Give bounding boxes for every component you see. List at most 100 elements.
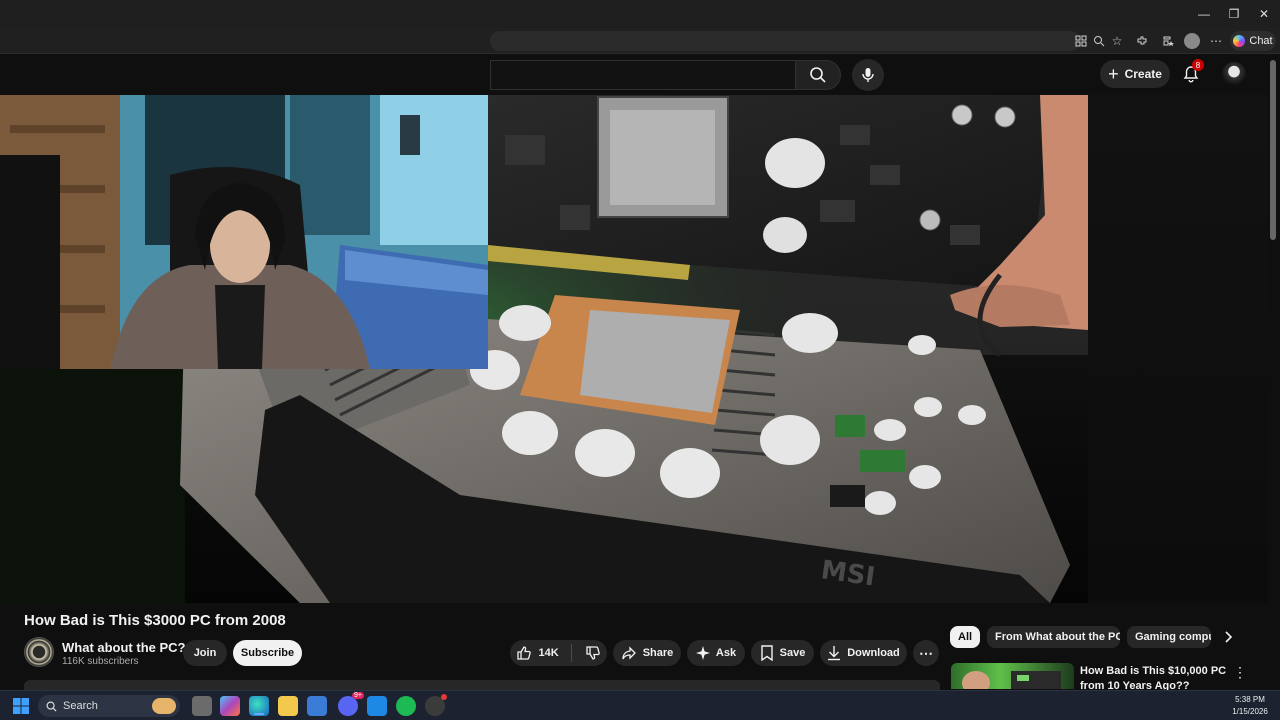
address-bar[interactable] xyxy=(490,31,1080,51)
chat-label: Chat xyxy=(1249,35,1273,47)
favorite-star-icon[interactable]: ☆ xyxy=(1109,33,1125,49)
account-avatar[interactable] xyxy=(1222,62,1246,86)
chip-gaming-computers[interactable]: Gaming compu xyxy=(1127,626,1211,648)
scrollbar-thumb[interactable] xyxy=(1270,60,1276,240)
dislike-button[interactable] xyxy=(585,645,601,661)
ellipsis-icon: ⋯ xyxy=(919,644,933,661)
like-button[interactable]: 14K xyxy=(516,645,559,661)
chip-from-channel-label: From What about the PC? xyxy=(995,631,1120,643)
microphone-icon xyxy=(862,68,874,82)
start-button[interactable] xyxy=(11,696,31,716)
taskbar-search-label: Search xyxy=(63,700,98,712)
plus-icon: + xyxy=(1108,63,1119,84)
zoom-icon[interactable] xyxy=(1091,33,1107,49)
search-icon xyxy=(810,67,826,83)
spotify-icon[interactable] xyxy=(396,696,416,716)
close-button[interactable]: ✕ xyxy=(1248,0,1280,28)
restore-button[interactable]: ❐ xyxy=(1218,0,1250,28)
windows-logo-icon xyxy=(13,698,29,714)
like-dislike-group: 14K xyxy=(510,640,607,666)
search-input[interactable] xyxy=(490,60,795,90)
chip-gaming-label: Gaming compu xyxy=(1135,631,1211,643)
thumbnail-image xyxy=(962,671,1061,689)
notification-badge: 8 xyxy=(1192,59,1204,71)
search-button[interactable] xyxy=(795,60,841,90)
notification-dot xyxy=(441,694,447,700)
browser-toolbar: ☆ ⋯ Chat xyxy=(0,28,1280,54)
clock-date: 1/15/2026 xyxy=(1232,707,1268,716)
chips-next-button[interactable] xyxy=(1220,629,1236,645)
share-label: Share xyxy=(642,647,674,659)
like-count: 14K xyxy=(538,647,559,659)
recommendation-menu-button[interactable]: ⋮ xyxy=(1232,664,1248,680)
microsoft-store-icon[interactable] xyxy=(307,696,327,716)
share-button[interactable]: Share xyxy=(613,640,681,666)
search-highlight-icon xyxy=(152,698,176,714)
ask-label: Ask xyxy=(715,647,737,659)
copilot-chat-button[interactable]: Chat xyxy=(1230,31,1276,51)
chip-from-channel[interactable]: From What about the PC? xyxy=(987,626,1120,648)
webcam-overlay xyxy=(0,95,488,369)
favorites-bar-icon[interactable] xyxy=(1160,33,1176,49)
bookmark-icon xyxy=(760,645,773,661)
video-title: How Bad is This $3000 PC from 2008 xyxy=(24,612,286,629)
desktop-screen: — ❐ ✕ ☆ ⋯ Chat + Create 8 MSI How Bad is… xyxy=(0,0,1280,720)
video-player[interactable]: MSI xyxy=(0,95,1088,603)
discord-badge: 9+ xyxy=(352,692,364,699)
browser-title-bar: — ❐ ✕ xyxy=(0,0,1280,28)
chip-all-label: All xyxy=(958,631,973,643)
active-indicator xyxy=(254,713,264,715)
youtube-header: + Create 8 xyxy=(0,55,1280,95)
voice-search-button[interactable] xyxy=(852,59,884,91)
close-icon: ✕ xyxy=(1258,7,1270,21)
minimize-icon: — xyxy=(1198,7,1210,21)
ask-button[interactable]: Ask xyxy=(687,640,745,666)
channel-avatar[interactable] xyxy=(24,637,54,667)
subscribe-label: Subscribe xyxy=(240,647,295,659)
clock-time: 5:38 PM xyxy=(1235,695,1265,704)
more-actions-button[interactable]: ⋯ xyxy=(913,640,939,666)
description-box[interactable] xyxy=(24,680,940,690)
steam-icon[interactable] xyxy=(425,694,447,716)
create-label: Create xyxy=(1124,67,1162,81)
download-label: Download xyxy=(847,647,900,659)
app-available-icon[interactable] xyxy=(1073,33,1089,49)
task-view-icon[interactable] xyxy=(192,696,212,716)
subscribe-button[interactable]: Subscribe xyxy=(233,640,302,666)
discord-icon[interactable]: 9+ xyxy=(338,692,364,716)
chevron-right-icon xyxy=(1225,631,1233,643)
minimize-button[interactable]: — xyxy=(1188,0,1220,28)
webcam-image xyxy=(0,95,488,369)
file-explorer-icon[interactable] xyxy=(278,696,298,716)
join-label: Join xyxy=(193,647,217,659)
page-scrollbar[interactable] xyxy=(1268,55,1280,685)
system-clock[interactable]: 5:38 PM 1/15/2026 xyxy=(1226,694,1274,718)
thumbs-down-icon xyxy=(585,646,600,660)
create-button[interactable]: + Create xyxy=(1100,60,1170,88)
more-options-icon[interactable]: ⋯ xyxy=(1208,33,1224,49)
copilot-app-icon[interactable] xyxy=(220,696,240,716)
taskbar-search[interactable]: Search xyxy=(38,695,180,717)
sparkle-icon xyxy=(695,646,710,660)
extensions-icon[interactable] xyxy=(1134,33,1150,49)
profile-avatar[interactable] xyxy=(1184,33,1200,49)
save-button[interactable]: Save xyxy=(751,640,814,666)
copilot-icon xyxy=(1233,35,1246,47)
like-divider xyxy=(571,644,573,662)
player-side-area xyxy=(1088,95,1268,603)
edge-browser-icon[interactable] xyxy=(249,696,269,716)
subscriber-count: 116K subscribers xyxy=(62,656,139,667)
join-button[interactable]: Join xyxy=(183,640,227,666)
recommended-video-thumbnail[interactable] xyxy=(951,663,1074,689)
restore-icon: ❐ xyxy=(1228,7,1240,21)
vertical-ellipsis-icon: ⋮ xyxy=(1233,663,1247,680)
thumbs-up-icon xyxy=(517,646,532,660)
channel-name[interactable]: What about the PC? xyxy=(62,640,186,655)
save-label: Save xyxy=(779,647,806,659)
chip-all[interactable]: All xyxy=(950,626,980,648)
photos-app-icon[interactable] xyxy=(367,696,387,716)
download-button[interactable]: Download xyxy=(820,640,907,666)
windows-taskbar: Search 9+ 5:38 PM 1/15/2026 xyxy=(0,690,1280,720)
share-icon xyxy=(622,646,636,660)
search-icon xyxy=(46,701,57,712)
